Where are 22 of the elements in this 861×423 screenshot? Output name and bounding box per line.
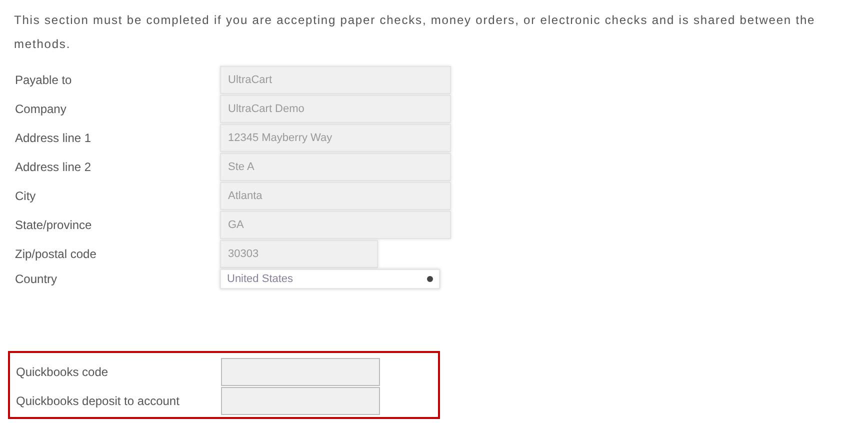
input-field[interactable]: Atlanta	[220, 182, 451, 210]
input-field[interactable]	[221, 387, 380, 415]
country-select[interactable]: United States	[220, 269, 440, 289]
input-field[interactable]: UltraCart	[220, 66, 451, 94]
field-label: Quickbooks code	[16, 364, 110, 381]
input-field[interactable]	[221, 358, 380, 386]
input-field[interactable]: UltraCart Demo	[220, 94, 451, 122]
dropdown-icon	[427, 276, 433, 282]
intro-paragraph: This section must be completed if you are accepting paper checks, money orders, or electronic checks and is shared between the methods.	[13, 12, 816, 53]
input-field[interactable]: 12345 Mayberry Way	[220, 124, 451, 152]
field-label: Zip/postal code	[15, 246, 98, 262]
field-label: Country	[15, 271, 58, 288]
field-label: State/province	[15, 216, 93, 234]
field-label: Address line 2	[15, 158, 92, 176]
input-field[interactable]: Ste A	[220, 152, 451, 180]
input-field[interactable]: 30303	[220, 240, 378, 268]
field-label: Payable to	[15, 72, 73, 88]
input-field[interactable]: GA	[220, 210, 451, 238]
field-label: Address line 1	[15, 130, 92, 146]
field-label: City	[15, 188, 37, 204]
field-label: Company	[15, 100, 68, 118]
field-label: Quickbooks deposit to account	[16, 393, 180, 410]
